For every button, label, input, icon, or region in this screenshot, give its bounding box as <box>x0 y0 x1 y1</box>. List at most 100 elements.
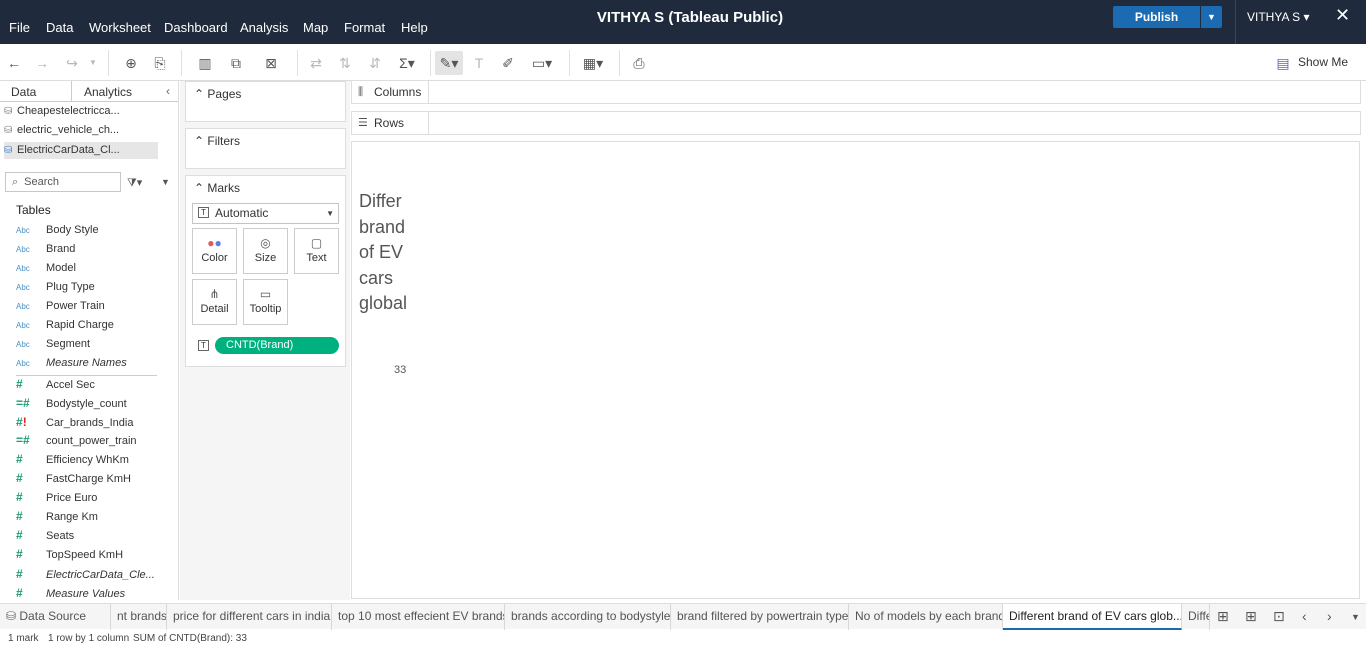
filter-icon[interactable]: ⧩▾ <box>127 176 142 190</box>
field-dimension[interactable]: Abc Brand <box>16 240 75 259</box>
sheet-tab[interactable]: brand filtered by powertrain type <box>671 604 849 630</box>
new-story-icon[interactable]: ⊡ <box>1273 608 1285 625</box>
viz-title[interactable]: Differ brand of EV cars global <box>359 189 419 317</box>
back-icon[interactable]: ← <box>6 53 22 73</box>
datasource-item[interactable]: ⛁ Cheapestelectricca... <box>4 103 158 120</box>
detail-button[interactable]: ⋔ Detail <box>192 279 237 325</box>
chevron-down-icon[interactable]: ▼ <box>1351 612 1360 622</box>
filters-card[interactable]: ⌃ Filters <box>185 128 346 169</box>
field-measure[interactable]: #! Car_brands_India <box>16 413 133 432</box>
field-measure[interactable]: =# count_power_train <box>16 431 137 450</box>
fit-dropdown-icon[interactable]: ▭▾ <box>528 53 556 73</box>
presentation-mode-icon[interactable]: ⎙ <box>630 53 648 73</box>
sheet-tab[interactable]: No of models by each brand <box>849 604 1003 630</box>
field-measure[interactable]: # Accel Sec <box>16 375 95 394</box>
more-options-icon[interactable]: ▼ <box>161 177 170 187</box>
pages-card[interactable]: ⌃ Pages <box>185 81 346 122</box>
marks-card-title: ⌃ Marks <box>194 181 241 195</box>
clear-sheet-icon[interactable]: ⊠ <box>258 53 284 73</box>
datasource-item[interactable]: ⛁ electric_vehicle_ch... <box>4 122 158 139</box>
show-me-icon[interactable]: ▤ <box>1275 53 1291 73</box>
field-measure[interactable]: # Price Euro <box>16 488 97 507</box>
divider <box>297 50 298 76</box>
divider <box>430 50 431 76</box>
highlight-icon[interactable]: ✎▾ <box>435 51 463 75</box>
chevron-right-icon[interactable]: › <box>1327 608 1332 624</box>
new-datasource-icon[interactable]: ⊕ <box>122 53 140 73</box>
rows-icon: ☰ <box>358 117 368 129</box>
close-icon[interactable]: ✕ <box>1335 5 1350 26</box>
text-button[interactable]: ▢ Text <box>294 228 339 274</box>
sheet-tab[interactable]: top 10 most effecient EV brands <box>332 604 505 630</box>
forward-icon[interactable]: → <box>34 53 50 73</box>
pause-updates-icon[interactable]: ⎘ <box>151 53 169 73</box>
viz-canvas[interactable]: Differ brand of EV cars global 33 <box>351 141 1360 599</box>
field-measure[interactable]: # FastCharge KmH <box>16 469 131 488</box>
sheet-tab[interactable]: brands according to bodystyle <box>505 604 671 630</box>
field-measure[interactable]: # Efficiency WhKm <box>16 450 129 469</box>
datasource-icon: ⛁ <box>4 145 13 156</box>
marks-card: ⌃ Marks T Automatic ▼ ●● Color ◎ Size ▢ Tex… <box>185 175 346 367</box>
show-cards-icon[interactable]: ▦▾ <box>578 53 608 73</box>
toolbar: ← → ↪ ▼ ⊕ ⎘ ▥ ⧉ ⊠ ⇄ ⇅ ⇵ Σ▾ ✎▾ T ✐ ▭▾ ▦▾ … <box>0 44 1366 81</box>
swap-rows-columns-icon[interactable]: ⇄ <box>307 53 325 73</box>
rows-shelf[interactable]: ☰ Rows <box>351 111 1361 135</box>
status-marks: 1 mark <box>8 633 39 644</box>
field-measure[interactable]: # Measure Values <box>16 584 125 600</box>
field-dimension[interactable]: Abc Segment <box>16 335 90 354</box>
sort-ascending-icon[interactable]: ⇅ <box>336 53 354 73</box>
color-icon: ●● <box>207 236 222 250</box>
color-button[interactable]: ●● Color <box>192 228 237 274</box>
show-mark-labels-icon[interactable]: T <box>471 53 487 73</box>
field-measure[interactable]: # TopSpeed KmH <box>16 545 123 564</box>
mark-label-value[interactable]: 33 <box>394 364 406 376</box>
status-sum: SUM of CNTD(Brand): 33 <box>133 633 247 644</box>
field-dimension[interactable]: Abc Measure Names <box>16 354 127 373</box>
sheet-tab[interactable]: price for different cars in india <box>167 604 332 630</box>
sheet-tab[interactable]: nt brands <box>111 604 167 630</box>
menu-bar: File Data Worksheet Dashboard Analysis M… <box>0 0 1366 44</box>
user-menu[interactable]: VITHYA S ▾ <box>1247 10 1309 24</box>
tab-data-source[interactable]: ⛁ Data Source <box>0 604 111 630</box>
sort-descending-icon[interactable]: ⇵ <box>366 53 384 73</box>
new-worksheet-icon[interactable]: ▥ <box>193 53 217 73</box>
totals-icon[interactable]: Σ▾ <box>395 53 419 73</box>
field-dimension[interactable]: Abc Model <box>16 259 76 278</box>
field-measure[interactable]: # ElectricCarData_Cle... <box>16 565 155 584</box>
chevron-down-icon: ▼ <box>326 209 334 218</box>
cntd-brand-pill[interactable]: CNTD(Brand) <box>215 337 339 354</box>
columns-shelf[interactable]: ⫼ Columns <box>351 80 1361 104</box>
collapse-pane-icon[interactable]: ‹ <box>166 84 170 98</box>
datasource-item-selected[interactable]: ⛁ ElectricCarData_Cl... <box>4 142 158 159</box>
redo-dropdown-icon[interactable]: ▼ <box>88 53 98 73</box>
shelves-pane: ⌃ Pages ⌃ Filters ⌃ Marks T Automatic ▼ … <box>180 81 350 600</box>
tab-data[interactable]: Data <box>11 85 36 99</box>
publish-dropdown-icon[interactable]: ▼ <box>1201 6 1222 28</box>
field-measure[interactable]: # Seats <box>16 526 74 545</box>
columns-shelf-label: ⫼ Columns <box>352 81 429 103</box>
publish-button[interactable]: Publish <box>1113 6 1200 28</box>
sheet-tab-active[interactable]: Different brand of EV cars glob... <box>1003 604 1182 630</box>
field-dimension[interactable]: Abc Rapid Charge <box>16 316 114 335</box>
new-worksheet-icon[interactable]: ⊞ <box>1217 608 1229 625</box>
show-me-button[interactable]: Show Me <box>1298 55 1348 69</box>
chevron-left-icon[interactable]: ‹ <box>1302 608 1307 624</box>
format-workbook-icon[interactable]: ✐ <box>500 53 516 73</box>
search-input[interactable]: ⌕ Search <box>5 172 121 192</box>
duplicate-sheet-icon[interactable]: ⧉ <box>227 53 245 73</box>
field-measure[interactable]: # Range Km <box>16 507 98 526</box>
field-dimension[interactable]: Abc Plug Type <box>16 278 95 297</box>
redo-icon[interactable]: ↪ <box>62 53 82 73</box>
columns-icon: ⫼ <box>358 86 364 98</box>
mark-type-select[interactable]: T Automatic ▼ <box>192 203 339 224</box>
size-button[interactable]: ◎ Size <box>243 228 288 274</box>
field-dimension[interactable]: Abc Power Train <box>16 297 105 316</box>
field-measure[interactable]: =# Bodystyle_count <box>16 394 127 413</box>
new-dashboard-icon[interactable]: ⊞ <box>1245 608 1257 625</box>
tooltip-button[interactable]: ▭ Tooltip <box>243 279 288 325</box>
datasource-icon: ⛁ <box>6 609 20 623</box>
field-dimension[interactable]: Abc Body Style <box>16 221 99 240</box>
sheet-tab[interactable]: Diffe <box>1182 604 1210 630</box>
tab-analytics[interactable]: Analytics <box>84 85 132 99</box>
divider <box>71 81 72 102</box>
